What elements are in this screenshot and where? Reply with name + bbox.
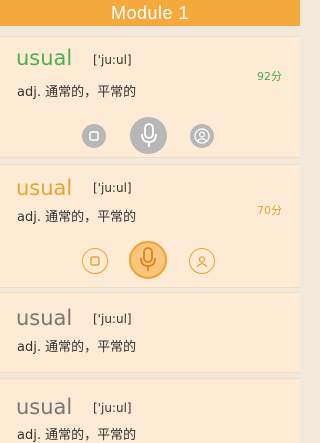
user-icon <box>194 128 210 144</box>
microphone-icon <box>140 122 157 147</box>
phonetic-text: ['ju:ul] <box>93 181 132 195</box>
word-text: usual <box>16 176 73 200</box>
score-text: 92分 <box>257 70 282 83</box>
record-button[interactable] <box>130 117 167 154</box>
word-text: usual <box>16 395 73 419</box>
meaning-text: adj. 通常的，平常的 <box>17 210 137 225</box>
record-button[interactable] <box>129 241 167 279</box>
stop-icon <box>89 131 99 141</box>
word-card[interactable]: usual ['ju:ul] adj. 通常的，平常的 92分 <box>0 36 300 158</box>
meaning-text: adj. 通常的，平常的 <box>17 428 137 443</box>
word-card[interactable]: usual ['ju:ul] adj. 通常的，平常的 <box>0 292 300 373</box>
stop-icon <box>90 256 100 266</box>
phonetic-text: ['ju:ul] <box>93 312 132 326</box>
module-title: Module 1 <box>110 2 190 23</box>
word-text: usual <box>16 306 73 330</box>
word-text: usual <box>16 46 73 70</box>
stop-button[interactable] <box>82 124 106 148</box>
score-text: 70分 <box>257 204 282 217</box>
word-card[interactable]: usual ['ju:ul] adj. 通常的，平常的 70分 <box>0 164 300 288</box>
module-header: Module 1 <box>0 0 300 26</box>
user-icon <box>196 256 208 268</box>
meaning-text: adj. 通常的，平常的 <box>17 85 137 100</box>
stop-button[interactable] <box>82 248 108 274</box>
word-card[interactable]: usual ['ju:ul] adj. 通常的，平常的 <box>0 378 300 443</box>
meaning-text: adj. 通常的，平常的 <box>17 340 137 355</box>
phonetic-text: ['ju:ul] <box>93 401 132 415</box>
user-button[interactable] <box>190 124 214 148</box>
microphone-icon <box>140 247 156 271</box>
phonetic-text: ['ju:ul] <box>93 53 132 67</box>
user-button[interactable] <box>189 248 215 274</box>
